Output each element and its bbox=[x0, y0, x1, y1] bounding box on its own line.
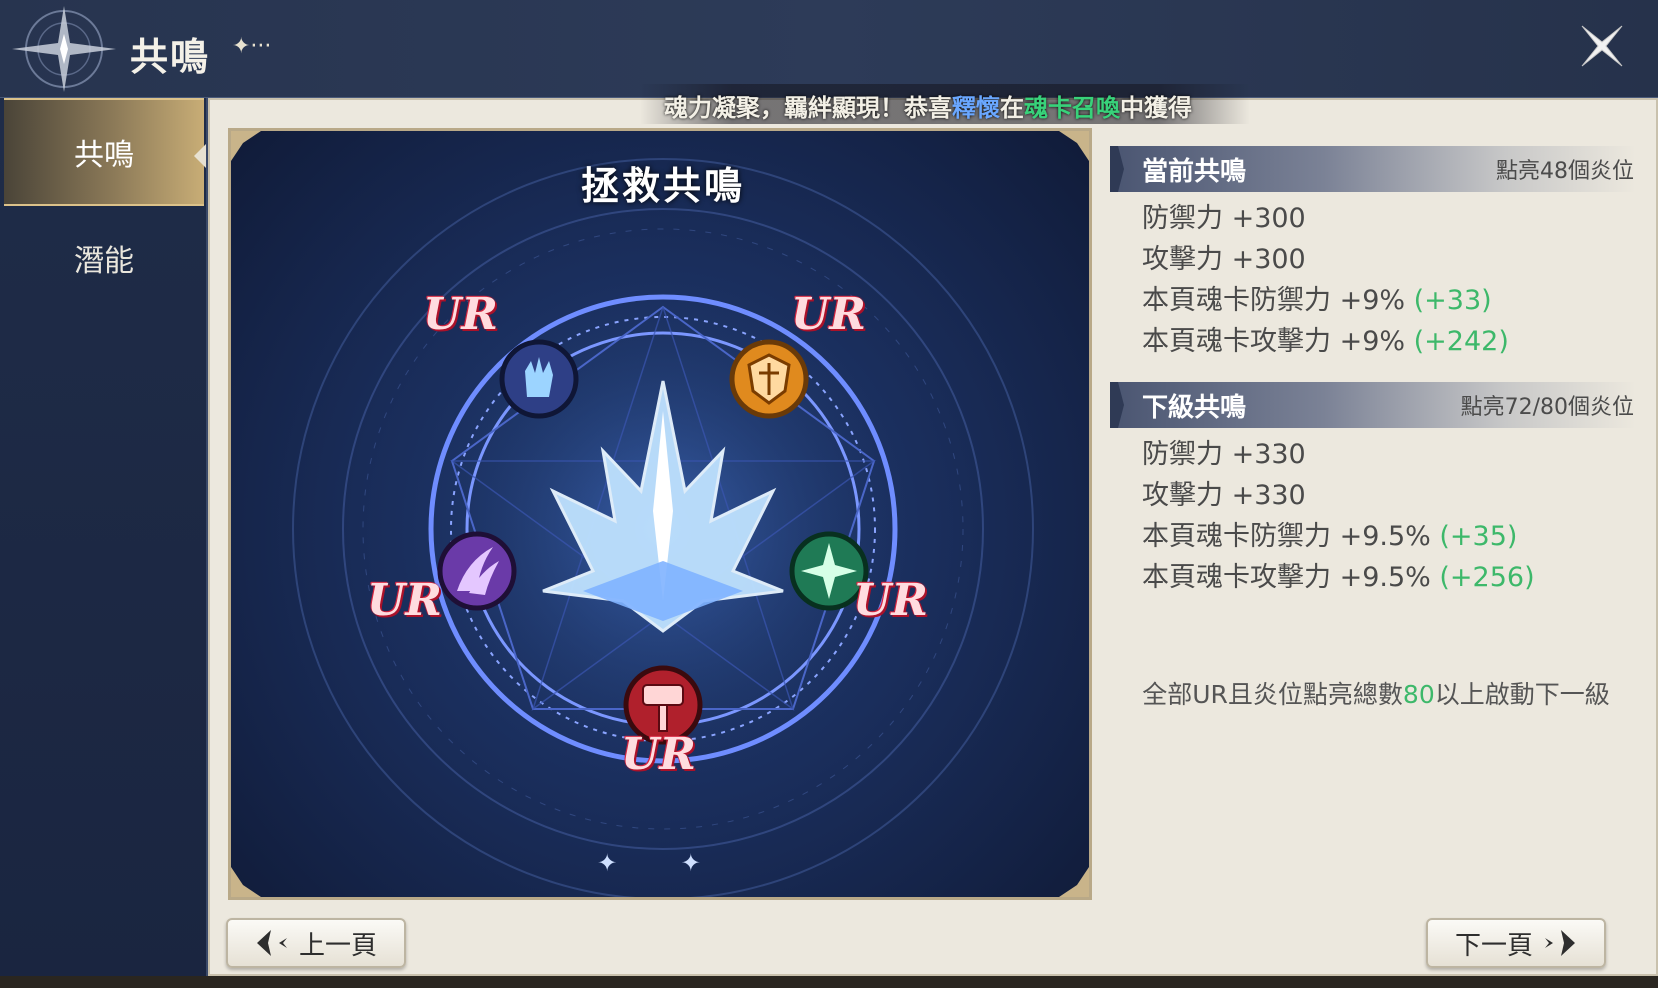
unlock-requirement-note: 全部UR且炎位點亮總數80以上啟動下一級 bbox=[1142, 680, 1610, 709]
arrow-marker-icon bbox=[1110, 382, 1124, 428]
player-name: 釋懷 bbox=[952, 94, 1000, 122]
resonance-stats: 當前共鳴 點亮48個炎位 防禦力 +300 攻擊力 +300 本頁魂卡防禦力 +… bbox=[1110, 146, 1636, 598]
next-page-button[interactable]: 下一頁 bbox=[1426, 918, 1606, 968]
next-resonance-value: 點亮72/80個炎位 bbox=[1460, 395, 1634, 420]
arrow-right-icon bbox=[1545, 930, 1575, 956]
page-indicator: ✦ ✦ bbox=[597, 849, 729, 877]
announcement-marquee: 魂力凝聚，羈絆顯現！恭喜釋懷在魂卡召喚中獲得 bbox=[640, 84, 1250, 124]
current-resonance-title: 當前共鳴 bbox=[1142, 156, 1247, 187]
ur-badge: UR bbox=[853, 575, 928, 626]
current-resonance-value: 點亮48個炎位 bbox=[1496, 159, 1634, 184]
stat-line: 本頁魂卡攻擊力 +9.5% (+256) bbox=[1142, 562, 1535, 593]
sidebar-item-resonance[interactable]: 共鳴 bbox=[4, 98, 206, 206]
sidebar-item-potential[interactable]: 潛能 bbox=[4, 204, 204, 312]
resonance-circle-panel: 拯救共鳴 UR UR UR UR UR ✦ ✦ bbox=[228, 128, 1092, 900]
stat-line: 本頁魂卡防禦力 +9.5% (+35) bbox=[1142, 521, 1518, 552]
circle-title: 拯救共鳴 bbox=[580, 164, 745, 208]
ur-badge: UR bbox=[621, 729, 696, 780]
sidebar-item-label: 共鳴 bbox=[74, 138, 134, 173]
current-resonance-header: 當前共鳴 點亮48個炎位 bbox=[1110, 146, 1636, 192]
stat-bonus: (+33) bbox=[1413, 285, 1492, 316]
corner-ornament-icon bbox=[231, 867, 261, 897]
next-resonance-header: 下級共鳴 點亮72/80個炎位 bbox=[1110, 382, 1636, 428]
title-decoration: ✦··· bbox=[232, 34, 272, 59]
stat-line: 本頁魂卡防禦力 +9% (+33) bbox=[1142, 285, 1492, 316]
next-page-label: 下一頁 bbox=[1454, 930, 1533, 961]
main-panel: 拯救共鳴 UR UR UR UR UR ✦ ✦ 當前共鳴 點亮48個炎位 防禦力… bbox=[208, 98, 1658, 976]
corner-ornament-icon bbox=[231, 131, 261, 161]
prev-page-button[interactable]: 上一頁 bbox=[226, 918, 406, 968]
stat-bonus: (+35) bbox=[1439, 521, 1518, 552]
compass-emblem-icon bbox=[12, 6, 116, 92]
next-stat-list: 防禦力 +330 攻擊力 +330 本頁魂卡防禦力 +9.5% (+35) 本頁… bbox=[1116, 428, 1636, 598]
stat-line: 攻擊力 +300 bbox=[1142, 244, 1306, 275]
page-title: 共鳴 bbox=[130, 35, 211, 79]
sidebar-item-label: 潛能 bbox=[74, 244, 134, 279]
stat-bonus: (+242) bbox=[1413, 326, 1509, 357]
ur-badge: UR bbox=[791, 289, 866, 340]
corner-ornament-icon bbox=[1059, 867, 1089, 897]
stat-line: 防禦力 +300 bbox=[1142, 203, 1306, 234]
feature-name: 魂卡召喚 bbox=[1024, 94, 1120, 122]
stat-line: 本頁魂卡攻擊力 +9% (+242) bbox=[1142, 326, 1509, 357]
next-resonance-title: 下級共鳴 bbox=[1142, 392, 1247, 423]
stat-line: 攻擊力 +330 bbox=[1142, 480, 1306, 511]
prev-page-label: 上一頁 bbox=[298, 930, 377, 961]
stat-bonus: (+256) bbox=[1439, 562, 1535, 593]
ice-hand-icon[interactable] bbox=[499, 339, 579, 419]
arrow-marker-icon bbox=[1110, 146, 1124, 192]
ur-badge: UR bbox=[423, 289, 498, 340]
bottom-strip bbox=[0, 976, 1658, 988]
magic-circle-icon bbox=[292, 158, 1034, 897]
stat-line: 防禦力 +330 bbox=[1142, 439, 1306, 470]
shield-crest-icon[interactable] bbox=[729, 339, 809, 419]
current-stat-list: 防禦力 +300 攻擊力 +300 本頁魂卡防禦力 +9% (+33) 本頁魂卡… bbox=[1116, 192, 1636, 362]
arrow-left-icon bbox=[256, 930, 287, 956]
sidebar: 共鳴 潛能 bbox=[0, 98, 208, 988]
purple-claw-icon[interactable] bbox=[437, 531, 517, 611]
close-icon[interactable] bbox=[1576, 20, 1628, 72]
corner-ornament-icon bbox=[1059, 131, 1089, 161]
ur-badge: UR bbox=[367, 575, 442, 626]
